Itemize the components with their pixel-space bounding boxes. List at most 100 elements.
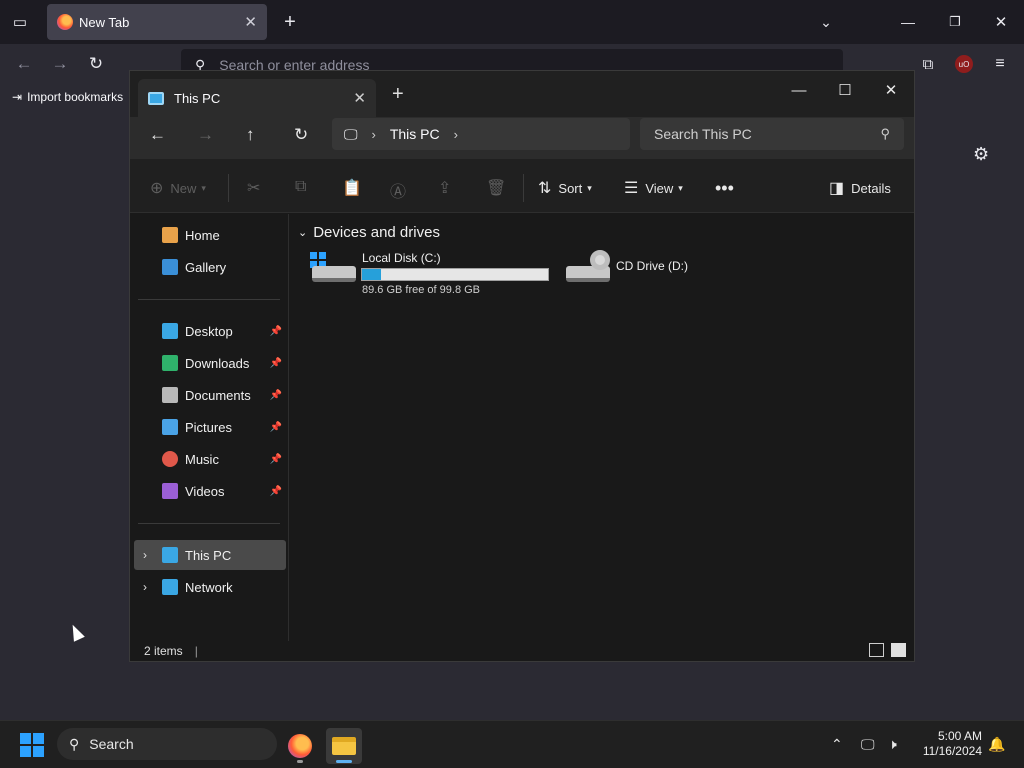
close-tab-icon[interactable]: ✕ <box>353 89 366 107</box>
taskbar-firefox[interactable] <box>282 728 318 764</box>
forward-icon[interactable]: → <box>50 54 70 74</box>
sidebar-item-pictures[interactable]: Pictures 📌 <box>134 412 286 442</box>
chevron-right-icon[interactable]: › <box>454 127 458 142</box>
details-button[interactable]: ◨ Details <box>829 178 891 198</box>
tab-list-icon[interactable]: ▭ <box>10 12 30 32</box>
minimize-icon[interactable]: — <box>898 12 918 32</box>
pin-icon[interactable]: 📌 <box>270 326 282 337</box>
up-icon[interactable]: ↑ <box>246 125 255 145</box>
view-button[interactable]: ☰ View ▾ <box>624 178 683 198</box>
ublock-icon[interactable]: uO <box>955 55 973 73</box>
toolbar-divider <box>228 174 229 202</box>
chevron-down-icon[interactable]: ⌄ <box>816 12 836 32</box>
view-label: View <box>645 180 674 196</box>
volume-muted-icon[interactable]: 🕨 <box>888 736 897 753</box>
delete-icon[interactable]: 🗑 <box>486 178 513 198</box>
firefox-icon <box>288 734 312 758</box>
browser-tab[interactable]: New Tab ✕ <box>47 4 267 40</box>
copy-icon[interactable]: ⧉ <box>295 178 313 196</box>
monitor-icon: 🖵 <box>344 125 358 142</box>
firefox-icon <box>57 14 73 30</box>
chevron-right-icon[interactable]: › <box>143 580 147 594</box>
drive-local-disk-c[interactable]: Local Disk (C:) 89.6 GB free of 99.8 GB <box>310 251 550 296</box>
close-window-icon[interactable]: ✕ <box>991 12 1011 32</box>
explorer-tab[interactable]: This PC ✕ <box>138 79 376 117</box>
navigation-pane: Home Gallery Desktop 📌 Downloads 📌 Docum… <box>130 214 289 641</box>
search-icon: ⚲ <box>880 126 890 141</box>
chevron-up-icon[interactable]: ⌃ <box>831 736 843 753</box>
file-explorer-window: This PC ✕ + — ☐ ✕ ← → ↑ ↻ 🖵 › This PC › … <box>129 70 915 662</box>
clock[interactable]: 5:00 AM 11/16/2024 <box>914 729 982 759</box>
sidebar-item-downloads[interactable]: Downloads 📌 <box>134 348 286 378</box>
sidebar-divider <box>138 523 280 524</box>
search-placeholder: Search This PC <box>654 126 752 142</box>
back-icon[interactable]: ← <box>149 125 166 145</box>
maximize-icon[interactable]: ☐ <box>822 75 868 105</box>
menu-icon[interactable]: ≡ <box>990 54 1010 74</box>
sidebar-item-label: Network <box>185 579 233 595</box>
sidebar-item-label: Pictures <box>185 419 232 435</box>
pin-icon[interactable]: 📌 <box>270 486 282 497</box>
drive-name: CD Drive (D:) <box>616 259 688 273</box>
running-indicator <box>336 760 352 763</box>
drive-usage-bar <box>361 268 549 281</box>
close-window-icon[interactable]: ✕ <box>868 75 914 105</box>
back-icon[interactable]: ← <box>14 54 34 74</box>
sidebar-item-network[interactable]: › Network <box>134 572 286 602</box>
refresh-icon[interactable]: ↻ <box>294 125 308 145</box>
gallery-icon <box>162 259 178 275</box>
sidebar-item-gallery[interactable]: Gallery <box>134 252 286 282</box>
chevron-down-icon: ▾ <box>678 182 683 193</box>
close-tab-icon[interactable]: ✕ <box>244 13 257 31</box>
new-tab-icon[interactable]: + <box>392 83 404 106</box>
sidebar-item-desktop[interactable]: Desktop 📌 <box>134 316 286 346</box>
sidebar-item-music[interactable]: Music 📌 <box>134 444 286 474</box>
pin-icon[interactable]: 📌 <box>270 454 282 465</box>
breadcrumb[interactable]: 🖵 › This PC › <box>332 118 630 150</box>
cut-icon[interactable]: ✂ <box>247 178 267 198</box>
chevron-right-icon[interactable]: › <box>143 548 147 562</box>
paste-icon[interactable]: 📋 <box>342 178 369 198</box>
sidebar-item-label: Gallery <box>185 259 227 275</box>
drive-cd-d[interactable]: CD Drive (D:) <box>566 250 706 296</box>
sidebar-item-this-pc[interactable]: › This PC <box>134 540 286 570</box>
new-button[interactable]: ⊕ New ▾ <box>150 178 206 198</box>
taskbar-search[interactable]: ⚲ Search <box>57 728 277 760</box>
sidebar-divider <box>138 299 280 300</box>
tiles-view-icon[interactable] <box>891 643 906 657</box>
sort-button[interactable]: ⇅ Sort ▾ <box>538 178 592 198</box>
display-icon[interactable]: 🖵 <box>861 736 875 753</box>
pin-icon[interactable]: 📌 <box>270 390 282 401</box>
import-bookmarks-label: Import bookmarks <box>27 90 124 104</box>
pin-icon[interactable]: 📌 <box>270 422 282 433</box>
pin-icon[interactable]: 📌 <box>270 358 282 369</box>
windows-start-icon[interactable] <box>20 733 44 757</box>
more-options-icon[interactable]: ••• <box>715 178 734 199</box>
breadcrumb-this-pc[interactable]: This PC <box>390 126 440 142</box>
group-header[interactable]: ⌄ Devices and drives <box>298 224 440 241</box>
reload-icon[interactable]: ↻ <box>86 54 106 74</box>
restore-icon[interactable]: ❐ <box>945 12 965 32</box>
new-tab-icon[interactable]: + <box>280 11 300 33</box>
sidebar-item-label: Home <box>185 227 220 243</box>
extensions-icon[interactable]: ⧉ <box>918 54 938 74</box>
sidebar-item-videos[interactable]: Videos 📌 <box>134 476 286 506</box>
notification-bell-icon[interactable]: 🔔 <box>988 736 1005 753</box>
search-input[interactable]: Search This PC ⚲ <box>640 118 904 150</box>
gear-icon[interactable]: ⚙ <box>973 144 989 165</box>
taskbar-file-explorer[interactable] <box>326 728 362 764</box>
minimize-icon[interactable]: — <box>776 75 822 105</box>
sidebar-item-documents[interactable]: Documents 📌 <box>134 380 286 410</box>
rename-icon[interactable]: Ⓐ <box>390 178 413 202</box>
music-icon <box>162 451 178 467</box>
sidebar-item-home[interactable]: Home <box>134 220 286 250</box>
sort-icon: ⇅ <box>538 180 552 197</box>
chevron-right-icon[interactable]: › <box>372 127 376 142</box>
import-bookmarks-button[interactable]: ⇥ Import bookmarks <box>12 90 123 104</box>
explorer-tab-title: This PC <box>174 90 221 106</box>
clock-date: 11/16/2024 <box>922 744 982 758</box>
clock-time: 5:00 AM <box>937 729 982 743</box>
details-view-icon[interactable] <box>869 643 884 657</box>
forward-icon[interactable]: → <box>197 125 214 145</box>
share-icon[interactable]: ⇪ <box>438 178 458 198</box>
